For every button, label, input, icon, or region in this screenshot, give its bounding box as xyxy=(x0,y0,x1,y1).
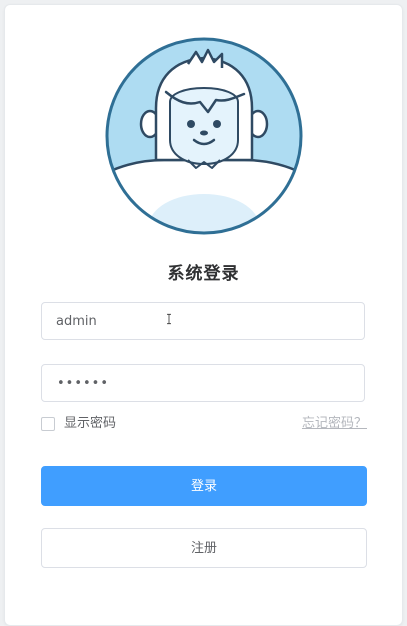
username-input[interactable] xyxy=(42,303,364,339)
password-masked-value: •••••• xyxy=(57,376,110,391)
password-field[interactable]: •••••• xyxy=(41,364,365,402)
forgot-password-link[interactable]: 忘记密码？ xyxy=(302,414,367,434)
show-password-checkbox[interactable] xyxy=(41,417,55,431)
login-options-row: 显示密码 忘记密码？ xyxy=(41,414,367,434)
username-field-wrapper[interactable] xyxy=(41,302,365,340)
show-password-label[interactable]: 显示密码 xyxy=(64,414,116,434)
yeti-avatar-icon xyxy=(104,36,304,236)
page-title: 系统登录 xyxy=(167,264,240,284)
text-cursor-icon xyxy=(167,313,171,325)
register-button[interactable]: 注册 xyxy=(41,528,367,568)
login-button[interactable]: 登录 xyxy=(41,466,367,506)
